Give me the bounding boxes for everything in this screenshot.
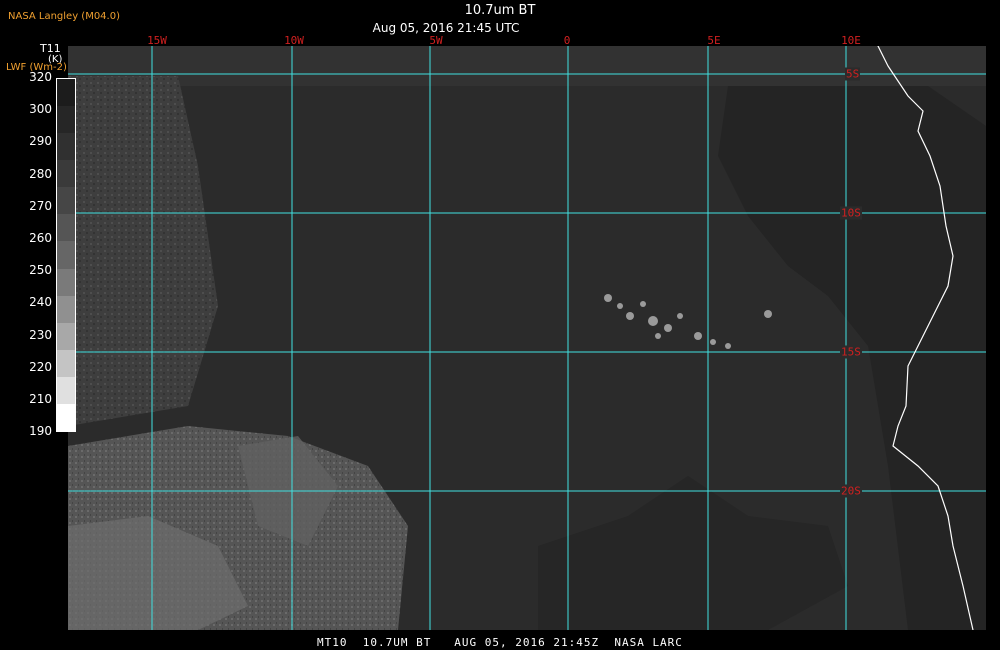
- legend-swatch: [57, 214, 75, 242]
- legend-tick-label: 250: [29, 263, 52, 278]
- legend-swatch: [57, 403, 75, 432]
- cold-cloud-cluster: [604, 294, 772, 349]
- map-layers: [68, 46, 986, 630]
- legend-tick-label: 270: [29, 198, 52, 213]
- legend-swatch: [57, 133, 75, 161]
- dark-patch-central-south: [538, 476, 848, 630]
- legend-swatch: [57, 79, 75, 107]
- legend-swatch: [57, 322, 75, 350]
- legend-tick-label: 240: [29, 295, 52, 310]
- legend-swatch: [57, 268, 75, 296]
- legend-swatch: [57, 241, 75, 269]
- legend-colorbar: [56, 78, 76, 432]
- legend-tick-label: 220: [29, 359, 52, 374]
- timestamp-subtitle: Aug 05, 2016 21:45 UTC: [372, 21, 520, 35]
- legend-swatch: [57, 187, 75, 215]
- legend-swatch: [57, 376, 75, 404]
- lat-label-10s: 10S: [840, 206, 862, 220]
- lat-label-15s: 15S: [840, 345, 862, 359]
- legend-swatch: [57, 349, 75, 377]
- legend-tick-label: 290: [29, 134, 52, 149]
- legend-swatch: [57, 106, 75, 134]
- footer-caption: MT10 10.7UM BT AUG 05, 2016 21:45Z NASA …: [317, 636, 683, 649]
- legend-tick-label: 210: [29, 392, 52, 406]
- satellite-map[interactable]: [68, 46, 986, 630]
- lat-label-5s: 5S: [845, 67, 861, 81]
- legend-tick-label: 190: [29, 424, 52, 439]
- legend-tick-label: 260: [29, 231, 52, 245]
- legend-tick-label: 300: [29, 102, 52, 117]
- legend-swatch: [57, 160, 75, 188]
- cloud-field-west: [68, 76, 218, 426]
- legend-tick-label: 280: [29, 166, 52, 181]
- lat-label-20s: 20S: [840, 484, 862, 498]
- legend-tick-label: 230: [29, 327, 52, 342]
- legend-tick-label: 320: [29, 70, 52, 84]
- product-title: 10.7um BT: [464, 3, 536, 18]
- legend-swatch: [57, 295, 75, 323]
